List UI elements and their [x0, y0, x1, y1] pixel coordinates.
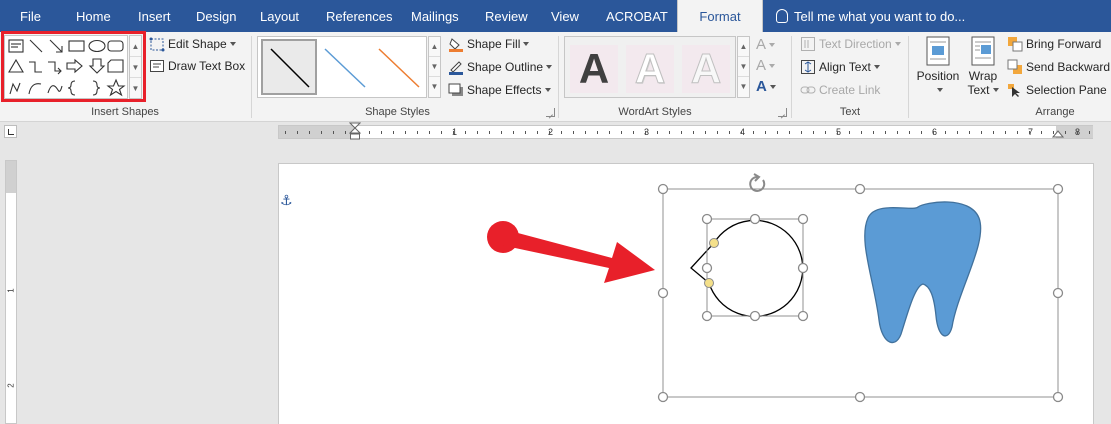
shape-resize-handle[interactable] [797, 262, 809, 274]
tooth-shape[interactable] [864, 201, 982, 344]
shape-resize-handle[interactable] [749, 213, 761, 225]
shape-resize-handle[interactable] [797, 310, 809, 322]
shape-resize-handle[interactable] [701, 213, 713, 225]
red-arrow-callout [487, 221, 655, 283]
canvas-resize-handle[interactable] [1052, 391, 1064, 403]
canvas-resize-handle[interactable] [657, 391, 669, 403]
adjustment-handle[interactable] [704, 278, 714, 288]
canvas-resize-handle[interactable] [1052, 183, 1064, 195]
canvas-resize-handle[interactable] [657, 287, 669, 299]
shape-resize-handle[interactable] [701, 262, 713, 274]
shape-resize-handle[interactable] [701, 310, 713, 322]
shape-resize-handle[interactable] [749, 310, 761, 322]
drawing-layer [487, 173, 1064, 403]
rotate-handle-icon[interactable] [749, 173, 766, 192]
canvas-resize-handle[interactable] [854, 391, 866, 403]
canvas-resize-handle[interactable] [854, 183, 866, 195]
canvas-resize-handle[interactable] [657, 183, 669, 195]
shape-resize-handle[interactable] [797, 213, 809, 225]
canvas-resize-handle[interactable] [1052, 287, 1064, 299]
adjustment-handle[interactable] [709, 238, 719, 248]
